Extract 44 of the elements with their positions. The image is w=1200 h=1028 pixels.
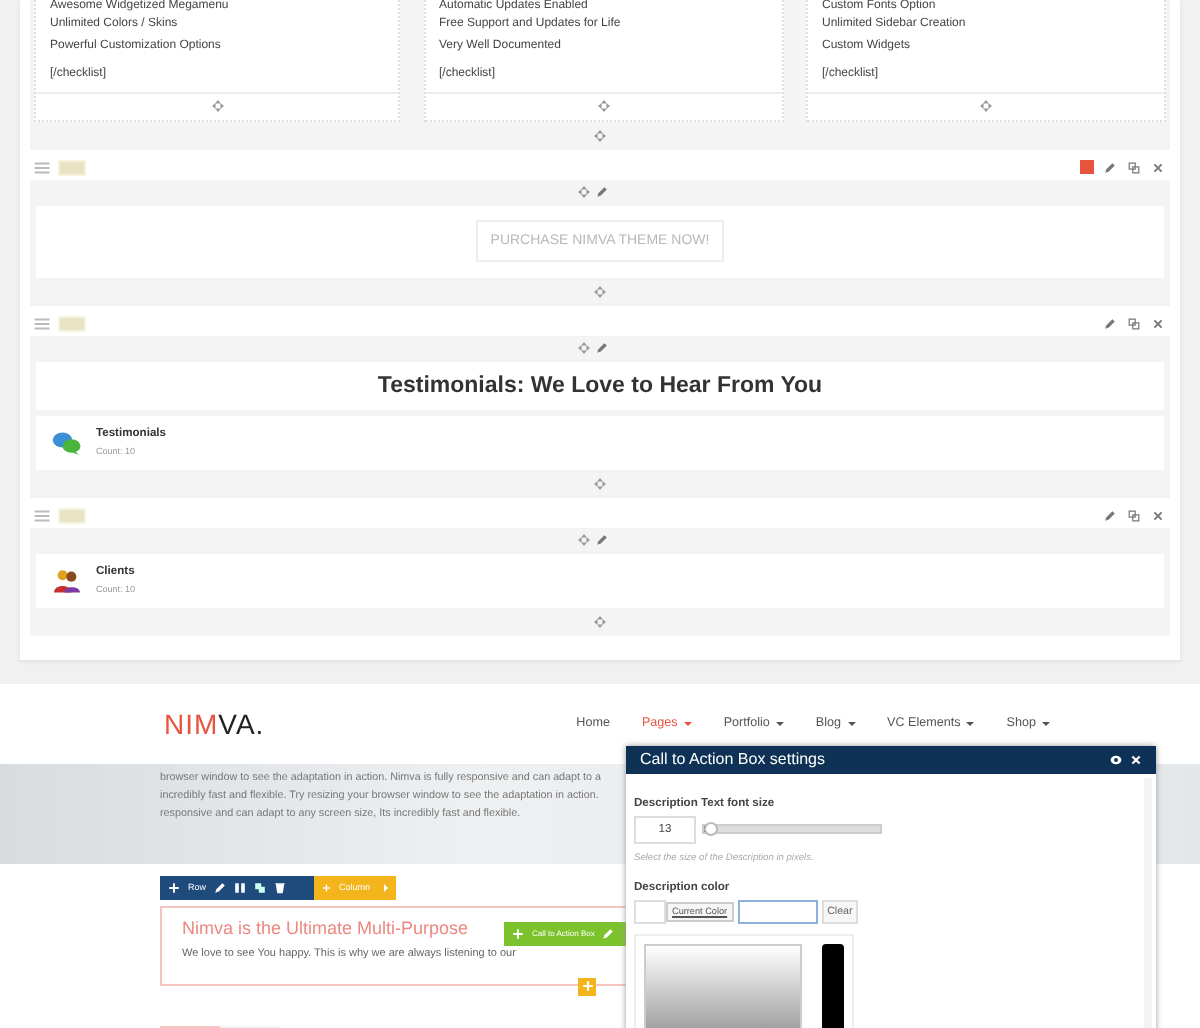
move-icon[interactable] <box>980 100 992 112</box>
move-icon[interactable] <box>578 342 590 354</box>
eye-icon[interactable] <box>1110 753 1122 765</box>
pencil-icon[interactable] <box>214 881 227 893</box>
clone-icon[interactable] <box>1128 317 1140 329</box>
move-icon[interactable] <box>594 477 606 489</box>
section-heading: Testimonials: We Love to Hear From You <box>377 373 823 397</box>
pencil-icon[interactable] <box>596 534 608 546</box>
slider-track[interactable] <box>702 824 882 834</box>
move-icon[interactable] <box>594 285 606 297</box>
color-picker[interactable] <box>634 933 854 1028</box>
drag-handle-icon[interactable] <box>34 509 50 521</box>
clone-icon[interactable] <box>1128 509 1140 521</box>
add-element-button[interactable] <box>578 977 596 995</box>
clone-icon[interactable] <box>254 881 267 893</box>
plus-icon[interactable] <box>168 881 180 893</box>
color-swatch[interactable] <box>634 899 666 923</box>
pencil-icon[interactable] <box>1104 161 1116 173</box>
columns-icon[interactable] <box>234 881 247 893</box>
drag-handle-icon[interactable] <box>34 161 50 173</box>
arrow-icon[interactable] <box>384 883 388 891</box>
layout-tag[interactable] <box>58 507 86 523</box>
clone-icon[interactable] <box>1128 161 1140 173</box>
move-icon[interactable] <box>578 534 590 546</box>
site-logo[interactable]: NIMVA. <box>164 707 265 739</box>
move-icon[interactable] <box>594 129 606 141</box>
people-icon <box>52 567 82 593</box>
pencil-icon[interactable] <box>1104 317 1116 329</box>
move-icon[interactable] <box>594 615 606 627</box>
row-color-swatch[interactable] <box>1080 160 1094 174</box>
trash-icon[interactable] <box>274 881 287 893</box>
pencil-icon[interactable] <box>596 186 608 198</box>
chat-bubbles-icon <box>52 429 82 455</box>
move-icon[interactable] <box>211 100 223 112</box>
layout-tag[interactable] <box>58 315 86 331</box>
pencil-icon[interactable] <box>1104 509 1116 521</box>
dialog-title: Call to Action Box settings <box>640 750 827 768</box>
move-icon[interactable] <box>597 100 609 112</box>
pencil-icon[interactable] <box>596 342 608 354</box>
drag-handle-icon[interactable] <box>34 317 50 329</box>
color-field[interactable] <box>737 899 818 923</box>
move-icon[interactable] <box>578 186 590 198</box>
cta-title: Nimva is the Ultimate Multi-Purpose <box>182 917 469 937</box>
layout-tag[interactable] <box>58 159 86 175</box>
